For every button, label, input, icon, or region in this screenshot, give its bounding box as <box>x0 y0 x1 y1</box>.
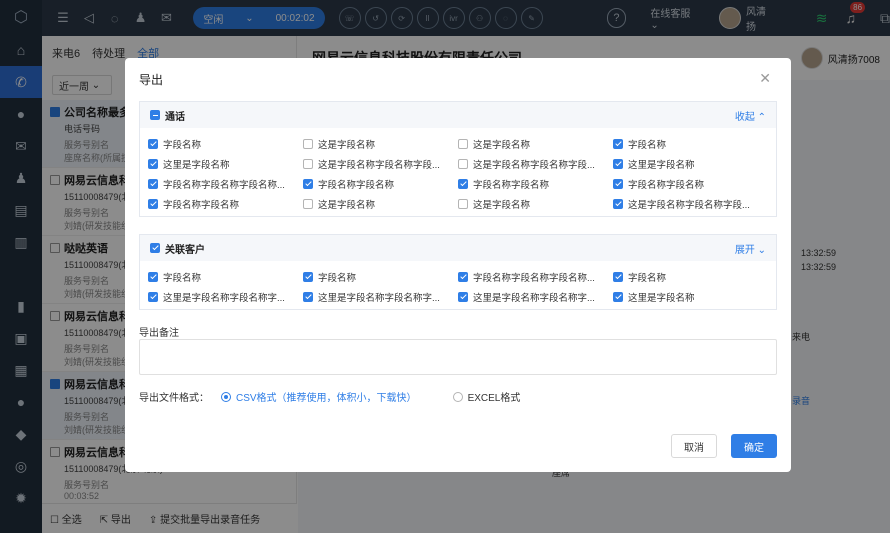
field-checkbox[interactable] <box>613 199 623 209</box>
field-option[interactable]: 这是字段名称 <box>458 194 613 214</box>
field-checkbox[interactable] <box>613 139 623 149</box>
field-checkbox[interactable] <box>148 199 158 209</box>
field-option[interactable]: 这是字段名称字段名称字段... <box>613 194 768 214</box>
field-option[interactable]: 字段名称 <box>613 134 768 154</box>
field-option[interactable]: 这是字段名称 <box>303 134 458 154</box>
field-option[interactable]: 字段名称字段名称 <box>613 174 768 194</box>
field-option[interactable]: 这是字段名称字段名称字段... <box>458 154 613 174</box>
section-customer-checkbox[interactable] <box>150 243 160 253</box>
field-checkbox[interactable] <box>458 179 468 189</box>
field-checkbox[interactable] <box>613 272 623 282</box>
section-call: 通话 收起 ⌃ 字段名称 这是字段名称 这是字段名称 字段名称 这里是字段名称 这是字段名… <box>139 101 777 217</box>
field-label: 字段名称字段名称字段名称... <box>473 273 595 284</box>
field-checkbox[interactable] <box>613 292 623 302</box>
field-checkbox[interactable] <box>303 272 313 282</box>
field-option[interactable]: 字段名称字段名称 <box>458 174 613 194</box>
field-label: 字段名称 <box>628 140 667 151</box>
field-label: 这里是字段名称 <box>628 293 695 304</box>
field-option[interactable]: 字段名称 <box>303 267 458 287</box>
remark-input[interactable] <box>139 339 777 375</box>
expand-toggle[interactable]: 展开 ⌄ <box>735 241 766 256</box>
field-checkbox[interactable] <box>148 292 158 302</box>
field-option[interactable]: 这里是字段名称字段名称字... <box>303 287 458 307</box>
field-label: 字段名称字段名称字段名称... <box>163 180 285 191</box>
field-checkbox[interactable] <box>303 139 313 149</box>
app-window: ⬡ ⌂ ✆ ● ✉ ♟ ▤ ▥ ▮ ▣ ▦ ● ◆ ◎ ✹ ☰ ◁ ◌ ♟ ✉ … <box>0 0 890 533</box>
section-call-checkbox[interactable] <box>150 110 160 120</box>
field-option[interactable]: 这里是字段名称字段名称字... <box>458 287 613 307</box>
format-label: 导出文件格式： <box>139 393 209 404</box>
field-checkbox[interactable] <box>458 199 468 209</box>
cancel-button[interactable]: 取消 <box>671 434 717 458</box>
field-option[interactable]: 字段名称字段名称字段名称... <box>458 267 613 287</box>
field-option[interactable]: 字段名称 <box>148 134 303 154</box>
field-checkbox[interactable] <box>303 159 313 169</box>
format-csv-radio[interactable]: CSV格式（推荐使用，体积小，下载快） <box>221 389 417 404</box>
field-label: 这是字段名称字段名称字段... <box>473 160 595 171</box>
field-option[interactable]: 字段名称字段名称字段名称... <box>148 174 303 194</box>
field-label: 字段名称字段名称 <box>628 180 705 191</box>
section-call-fields: 字段名称 这是字段名称 这是字段名称 字段名称 这里是字段名称 这是字段名称字段名称字段.… <box>140 128 776 216</box>
field-option[interactable]: 这里是字段名称字段名称字... <box>148 287 303 307</box>
field-option[interactable]: 这是字段名称字段名称字段... <box>303 154 458 174</box>
confirm-button[interactable]: 确定 <box>731 434 777 458</box>
field-label: 这是字段名称 <box>318 140 376 151</box>
field-label: 这是字段名称字段名称字段... <box>628 200 750 211</box>
field-label: 字段名称 <box>163 140 202 151</box>
field-checkbox[interactable] <box>303 199 313 209</box>
field-option[interactable]: 字段名称 <box>613 267 768 287</box>
field-option[interactable]: 这里是字段名称 <box>613 154 768 174</box>
section-customer-title: 关联客户 <box>165 244 205 256</box>
field-label: 这是字段名称 <box>473 140 531 151</box>
field-checkbox[interactable] <box>303 292 313 302</box>
field-label: 这里是字段名称 <box>628 160 695 171</box>
field-checkbox[interactable] <box>148 159 158 169</box>
remark-label: 导出备注 <box>139 328 179 339</box>
field-checkbox[interactable] <box>613 159 623 169</box>
field-checkbox[interactable] <box>613 179 623 189</box>
field-checkbox[interactable] <box>148 179 158 189</box>
field-label: 这是字段名称字段名称字段... <box>318 160 440 171</box>
field-checkbox[interactable] <box>148 272 158 282</box>
field-option[interactable]: 这是字段名称 <box>303 194 458 214</box>
field-label: 这里是字段名称字段名称字... <box>318 293 440 304</box>
field-label: 字段名称字段名称 <box>473 180 550 191</box>
field-label: 这里是字段名称 <box>163 160 230 171</box>
field-checkbox[interactable] <box>148 139 158 149</box>
collapse-toggle[interactable]: 收起 ⌃ <box>735 108 766 123</box>
section-call-title: 通话 <box>165 111 185 123</box>
field-option[interactable]: 这是字段名称 <box>458 134 613 154</box>
field-label: 字段名称 <box>628 273 667 284</box>
field-label: 字段名称 <box>318 273 357 284</box>
field-label: 这里是字段名称字段名称字... <box>163 293 285 304</box>
field-option[interactable]: 这里是字段名称 <box>613 287 768 307</box>
dialog-title: 导出 <box>139 72 164 87</box>
field-checkbox[interactable] <box>458 159 468 169</box>
section-customer: 关联客户 展开 ⌄ 字段名称 字段名称 字段名称字段名称字段名称... 字段名称这里是… <box>139 234 777 310</box>
close-icon[interactable]: ✕ <box>759 70 771 87</box>
field-option[interactable]: 字段名称 <box>148 267 303 287</box>
field-checkbox[interactable] <box>458 292 468 302</box>
section-customer-fields: 字段名称 字段名称 字段名称字段名称字段名称... 字段名称这里是字段名称字段名称字.… <box>140 261 776 309</box>
format-excel-radio[interactable]: EXCEL格式 <box>452 389 520 404</box>
field-checkbox[interactable] <box>458 272 468 282</box>
field-label: 这里是字段名称字段名称字... <box>473 293 595 304</box>
field-label: 这是字段名称 <box>473 200 531 211</box>
field-checkbox[interactable] <box>458 139 468 149</box>
field-label: 字段名称字段名称 <box>318 180 395 191</box>
field-option[interactable]: 字段名称字段名称 <box>148 194 303 214</box>
format-row: 导出文件格式： CSV格式（推荐使用，体积小，下载快） EXCEL格式 <box>139 389 520 404</box>
field-checkbox[interactable] <box>303 179 313 189</box>
field-option[interactable]: 这里是字段名称 <box>148 154 303 174</box>
field-label: 字段名称字段名称 <box>163 200 240 211</box>
field-option[interactable]: 字段名称字段名称 <box>303 174 458 194</box>
export-dialog: 导出 ✕ 通话 收起 ⌃ 字段名称 这是字段名称 这是字段名称 字段名称 这里是字段名称… <box>125 58 791 472</box>
field-label: 字段名称 <box>163 273 202 284</box>
field-label: 这是字段名称 <box>318 200 376 211</box>
